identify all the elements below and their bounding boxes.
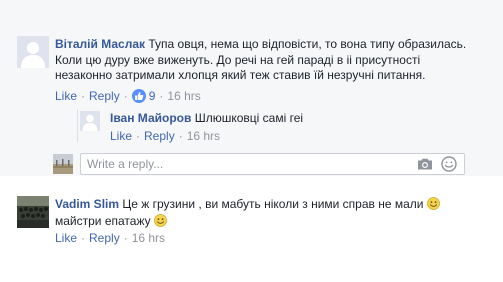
reply-link[interactable]: Reply — [144, 129, 175, 143]
comment-actions: Like · Reply · 16 hrs — [110, 129, 220, 143]
like-link[interactable]: Like — [55, 89, 77, 103]
like-icon[interactable] — [131, 89, 146, 103]
timestamp[interactable]: 16 hrs — [187, 129, 220, 143]
page-background — [0, 176, 503, 282]
reply-input[interactable] — [81, 154, 416, 174]
comment-body: Віталій Маслак Тупа овця, нема що відпов… — [55, 37, 495, 84]
camera-icon[interactable] — [416, 155, 434, 173]
separator-dot: · — [81, 89, 86, 103]
separator-dot: · — [81, 231, 86, 245]
timestamp[interactable]: 16 hrs — [167, 89, 200, 103]
smiley-emoji-icon — [426, 197, 440, 210]
smiley-emoji-icon — [154, 213, 167, 227]
comment-actions: Like · Reply · 16 hrs — [55, 231, 165, 245]
comment-body: Vadim Slim Це ж грузини , ви мабуть ніко… — [55, 196, 495, 229]
thread-background — [0, 0, 503, 176]
comment-text-line: Це ж грузини , ви мабуть ніколи з ними с… — [122, 197, 424, 211]
separator-dot: · — [123, 231, 128, 245]
comment-author[interactable]: Віталій Маслак — [55, 37, 145, 51]
reaction-count[interactable]: 9 — [149, 89, 156, 103]
like-link[interactable]: Like — [110, 129, 132, 143]
reply-thread-line — [77, 109, 78, 142]
reply-box — [80, 153, 465, 175]
avatar[interactable] — [17, 36, 49, 68]
avatar[interactable] — [53, 154, 73, 174]
separator-dot: · — [123, 89, 128, 103]
like-link[interactable]: Like — [55, 231, 77, 245]
comment-text-line: майстри епатажу — [55, 213, 151, 228]
comment-actions: Like · Reply · 9 · 16 hrs — [55, 89, 201, 103]
reply-link[interactable]: Reply — [89, 89, 120, 103]
avatar[interactable] — [80, 111, 100, 131]
separator-dot: · — [136, 129, 141, 143]
comment-text-line: Тупа овця, нема що відповісти, то вона т… — [148, 37, 467, 51]
timestamp[interactable]: 16 hrs — [132, 231, 165, 245]
comment-text-line: незаконно затримали хлопця який теж став… — [55, 68, 426, 82]
comment-author[interactable]: Vadim Slim — [55, 197, 119, 211]
reply-link[interactable]: Reply — [89, 231, 120, 245]
separator-dot: · — [178, 129, 183, 143]
avatar[interactable] — [17, 196, 49, 228]
comment-author[interactable]: Іван Майоров — [110, 111, 191, 125]
smiley-icon[interactable] — [440, 155, 458, 173]
comment-text-line: Коли цю дуру вже виженуть. До речі на ге… — [55, 52, 421, 67]
comment-body: Іван Майоров Шлюшковці самі геі — [110, 111, 490, 127]
separator-dot: · — [159, 89, 164, 103]
comment-text-line: Шлюшковці самі геі — [194, 111, 304, 125]
